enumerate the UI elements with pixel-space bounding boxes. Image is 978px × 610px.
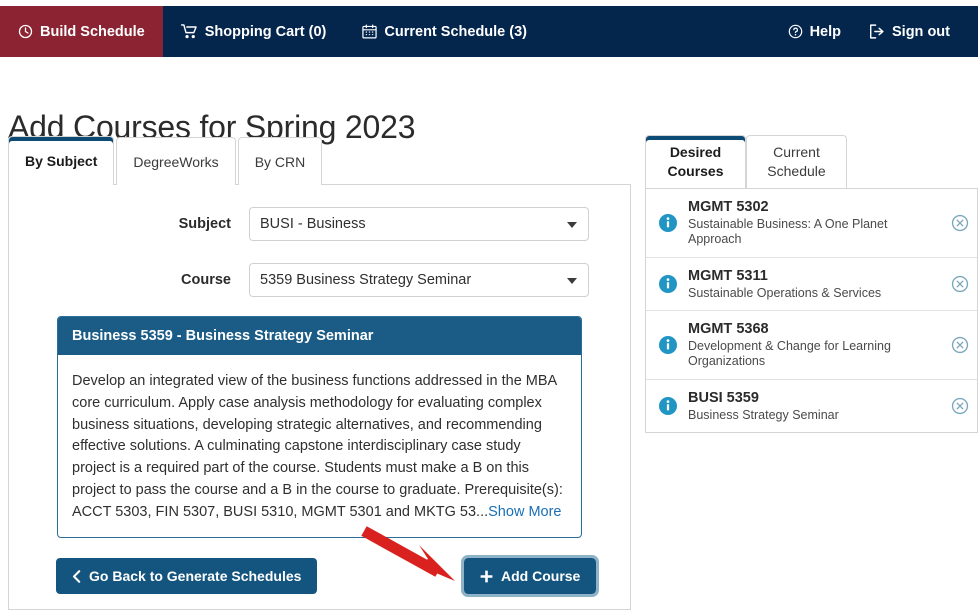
remove-circle-icon[interactable] — [951, 397, 969, 415]
add-course-button-label: Add Course — [501, 568, 581, 584]
subject-select[interactable]: BUSI - Business — [249, 207, 589, 241]
go-back-button[interactable]: Go Back to Generate Schedules — [56, 558, 318, 594]
list-item-texts: MGMT 5311 Sustainable Operations & Servi… — [688, 267, 941, 301]
tab-by-crn[interactable]: By CRN — [237, 137, 323, 185]
sidebar-tab-current-line1: Current — [773, 144, 820, 161]
tab-degreeworks-label: DegreeWorks — [133, 153, 219, 170]
search-mode-tabs: By Subject DegreeWorks By CRN — [8, 136, 324, 185]
desired-courses-list: MGMT 5302 Sustainable Business: A One Pl… — [645, 188, 978, 433]
course-code: MGMT 5368 — [688, 321, 769, 337]
sidebar-tab-desired-line1: Desired — [669, 144, 722, 161]
course-label: Course — [181, 272, 231, 288]
course-code: BUSI 5359 — [688, 389, 759, 406]
list-item: MGMT 5302 Sustainable Business: A One Pl… — [646, 189, 977, 258]
nav-item-help[interactable]: Help — [774, 6, 855, 57]
course-search-panel: Subject BUSI - Business Course 5359 Busi… — [8, 184, 631, 610]
nav-item-shopping-cart[interactable]: Shopping Cart (0) — [163, 6, 345, 57]
nav-label-build-schedule: Build Schedule — [40, 23, 145, 40]
top-navbar: Build Schedule Shopping Cart (0) Current… — [0, 6, 978, 57]
add-course-button[interactable]: Add Course — [460, 555, 600, 597]
remove-circle-icon[interactable] — [951, 336, 969, 354]
nav-item-build-schedule[interactable]: Build Schedule — [0, 6, 163, 57]
nav-item-current-schedule[interactable]: Current Schedule (3) — [344, 6, 545, 57]
course-detail-header: Business 5359 - Business Strategy Semina… — [58, 317, 581, 355]
nav-label-shopping-cart: Shopping Cart (0) — [204, 23, 327, 40]
course-select[interactable]: 5359 Business Strategy Seminar — [249, 263, 589, 297]
go-back-button-label: Go Back to Generate Schedules — [89, 568, 302, 584]
list-item-texts: BUSI 5359 Business Strategy Seminar — [688, 389, 941, 423]
subject-select-value: BUSI - Business — [260, 216, 366, 232]
course-name: Sustainable Operations & Services — [688, 285, 882, 300]
sign-out-icon — [869, 24, 885, 39]
list-item: BUSI 5359 Business Strategy Seminar — [646, 380, 977, 432]
sidebar-tab-desired-courses[interactable]: Desired Courses — [645, 135, 746, 188]
sidebar-tabs: Desired Courses Current Schedule — [645, 135, 847, 188]
chevron-left-icon — [72, 569, 81, 583]
chevron-down-icon — [567, 222, 577, 228]
course-name: Development & Change for Learning Organi… — [688, 339, 891, 369]
nav-label-sign-out: Sign out — [892, 23, 950, 40]
info-circle-icon[interactable] — [658, 396, 678, 416]
tab-by-subject[interactable]: By Subject — [8, 136, 115, 185]
nav-item-sign-out[interactable]: Sign out — [855, 6, 964, 57]
info-circle-icon[interactable] — [658, 213, 678, 233]
info-circle-icon[interactable] — [658, 335, 678, 355]
info-circle-icon[interactable] — [658, 274, 678, 294]
course-code: MGMT 5302 — [688, 199, 769, 215]
sidebar-tab-current-line2: Schedule — [767, 163, 826, 179]
course-name: Sustainable Business: A One Planet Appro… — [688, 217, 888, 247]
remove-circle-icon[interactable] — [951, 214, 969, 232]
course-select-value: 5359 Business Strategy Seminar — [260, 272, 472, 288]
navbar-left-group: Build Schedule Shopping Cart (0) Current… — [0, 6, 545, 57]
course-name: Business Strategy Seminar — [688, 407, 839, 422]
remove-circle-icon[interactable] — [951, 275, 969, 293]
chevron-down-icon — [567, 278, 577, 284]
list-item-texts: MGMT 5302 Sustainable Business: A One Pl… — [688, 198, 941, 248]
tab-by-crn-label: By CRN — [254, 153, 306, 170]
course-form-row: Course 5359 Business Strategy Seminar — [154, 263, 630, 297]
show-more-link[interactable]: Show More — [488, 504, 561, 520]
sidebar-tab-current-schedule[interactable]: Current Schedule — [746, 135, 847, 188]
sidebar-tab-desired-line2: Courses — [667, 163, 724, 179]
tab-by-subject-label: By Subject — [25, 153, 98, 169]
tab-degreeworks[interactable]: DegreeWorks — [116, 137, 236, 185]
list-item: MGMT 5368 Development & Change for Learn… — [646, 311, 977, 380]
cart-icon — [180, 24, 198, 39]
nav-label-help: Help — [809, 23, 841, 40]
question-circle-icon — [788, 24, 803, 39]
plus-icon — [480, 570, 493, 583]
course-detail-card: Business 5359 - Business Strategy Semina… — [57, 316, 582, 539]
nav-label-current-schedule: Current Schedule (3) — [384, 23, 527, 40]
list-item-texts: MGMT 5368 Development & Change for Learn… — [688, 320, 941, 370]
subject-label: Subject — [178, 216, 231, 232]
course-detail-body: Develop an integrated view of the busine… — [58, 355, 581, 537]
navbar-right-group: Help Sign out — [774, 6, 978, 57]
clock-icon — [18, 24, 33, 39]
calendar-icon — [362, 24, 378, 39]
list-item: MGMT 5311 Sustainable Operations & Servi… — [646, 258, 977, 311]
subject-form-row: Subject BUSI - Business — [154, 207, 630, 241]
course-code: MGMT 5311 — [688, 267, 768, 284]
course-description-text: Develop an integrated view of the busine… — [72, 373, 563, 520]
